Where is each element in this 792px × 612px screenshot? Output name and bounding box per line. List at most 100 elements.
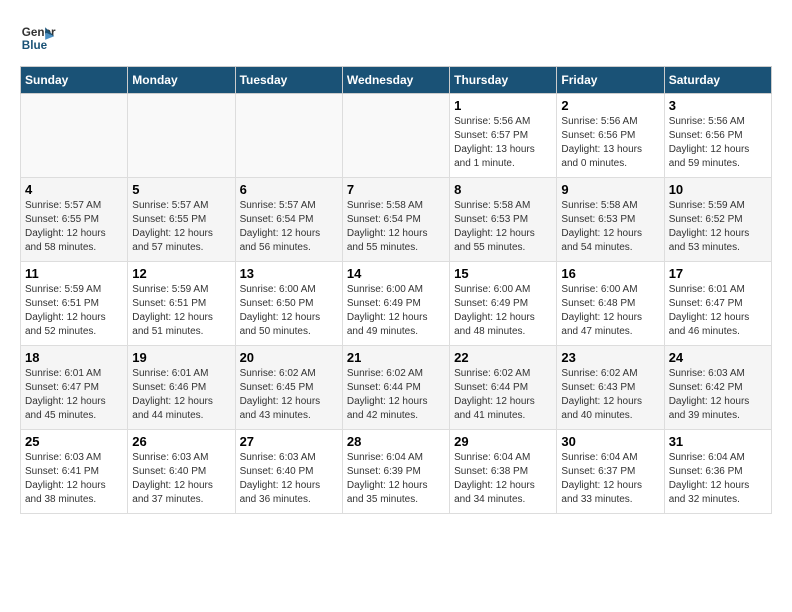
calendar-cell: 6 Sunrise: 5:57 AM Sunset: 6:54 PM Daylig… bbox=[235, 178, 342, 262]
logo: General Blue bbox=[20, 20, 56, 56]
calendar-cell: 3Sunrise: 5:56 AM Sunset: 6:56 PM Daylig… bbox=[664, 94, 771, 178]
day-info: Sunrise: 6:00 AM Sunset: 6:48 PM Dayligh… bbox=[561, 283, 659, 339]
day-number: 10 bbox=[669, 182, 767, 197]
calendar-cell: 18 Sunrise: 6:01 AM Sunset: 6:47 PM Dayli… bbox=[21, 346, 128, 430]
day-info: Sunrise: 5:56 AM Sunset: 6:56 PM Dayligh… bbox=[561, 115, 659, 171]
calendar-cell: 14 Sunrise: 6:00 AM Sunset: 6:49 PM Dayli… bbox=[342, 262, 449, 346]
day-number: 29 bbox=[454, 434, 552, 449]
day-info: Sunrise: 5:58 AM Sunset: 6:53 PM Dayligh… bbox=[454, 199, 552, 255]
calendar-cell: 16 Sunrise: 6:00 AM Sunset: 6:48 PM Dayli… bbox=[557, 262, 664, 346]
calendar-cell: 30 Sunrise: 6:04 AM Sunset: 6:37 PM Dayli… bbox=[557, 430, 664, 514]
calendar-cell: 26 Sunrise: 6:03 AM Sunset: 6:40 PM Dayli… bbox=[128, 430, 235, 514]
day-number: 27 bbox=[240, 434, 338, 449]
calendar-cell bbox=[21, 94, 128, 178]
calendar-cell: 2 Sunrise: 5:56 AM Sunset: 6:56 PM Daylig… bbox=[557, 94, 664, 178]
calendar-cell: 15 Sunrise: 6:00 AM Sunset: 6:49 PM Dayli… bbox=[450, 262, 557, 346]
day-info: Sunrise: 6:01 AM Sunset: 6:47 PM Dayligh… bbox=[669, 283, 767, 339]
day-info: Sunrise: 5:58 AM Sunset: 6:54 PM Dayligh… bbox=[347, 199, 445, 255]
day-info: Sunrise: 6:02 AM Sunset: 6:45 PM Dayligh… bbox=[240, 367, 338, 423]
day-info: Sunrise: 6:02 AM Sunset: 6:44 PM Dayligh… bbox=[347, 367, 445, 423]
calendar-cell: 19 Sunrise: 6:01 AM Sunset: 6:46 PM Dayli… bbox=[128, 346, 235, 430]
calendar-cell: 27 Sunrise: 6:03 AM Sunset: 6:40 PM Dayli… bbox=[235, 430, 342, 514]
day-number: 25 bbox=[25, 434, 123, 449]
calendar-cell: 12Sunrise: 5:59 AM Sunset: 6:51 PM Dayli… bbox=[128, 262, 235, 346]
weekday-header-friday: Friday bbox=[557, 67, 664, 94]
day-number: 31 bbox=[669, 434, 767, 449]
day-number: 5 bbox=[132, 182, 230, 197]
day-number: 7 bbox=[347, 182, 445, 197]
calendar-cell: 20 Sunrise: 6:02 AM Sunset: 6:45 PM Dayli… bbox=[235, 346, 342, 430]
day-info: Sunrise: 5:59 AM Sunset: 6:51 PM Dayligh… bbox=[132, 283, 230, 339]
day-number: 30 bbox=[561, 434, 659, 449]
weekday-header-sunday: Sunday bbox=[21, 67, 128, 94]
weekday-header-wednesday: Wednesday bbox=[342, 67, 449, 94]
logo-icon: General Blue bbox=[20, 20, 56, 56]
day-info: Sunrise: 5:59 AM Sunset: 6:52 PM Dayligh… bbox=[669, 199, 767, 255]
day-number: 16 bbox=[561, 266, 659, 281]
day-info: Sunrise: 6:04 AM Sunset: 6:37 PM Dayligh… bbox=[561, 451, 659, 507]
day-number: 21 bbox=[347, 350, 445, 365]
calendar-table: SundayMondayTuesdayWednesdayThursdayFrid… bbox=[20, 66, 772, 514]
day-info: Sunrise: 6:02 AM Sunset: 6:44 PM Dayligh… bbox=[454, 367, 552, 423]
day-info: Sunrise: 6:00 AM Sunset: 6:50 PM Dayligh… bbox=[240, 283, 338, 339]
day-number: 20 bbox=[240, 350, 338, 365]
day-number: 26 bbox=[132, 434, 230, 449]
calendar-cell bbox=[342, 94, 449, 178]
day-info: Sunrise: 6:04 AM Sunset: 6:39 PM Dayligh… bbox=[347, 451, 445, 507]
calendar-cell: 21 Sunrise: 6:02 AM Sunset: 6:44 PM Dayli… bbox=[342, 346, 449, 430]
day-info: Sunrise: 6:03 AM Sunset: 6:40 PM Dayligh… bbox=[240, 451, 338, 507]
calendar-week-row: 11 Sunrise: 5:59 AM Sunset: 6:51 PM Dayli… bbox=[21, 262, 772, 346]
calendar-cell: 25 Sunrise: 6:03 AM Sunset: 6:41 PM Dayli… bbox=[21, 430, 128, 514]
day-number: 1 bbox=[454, 98, 552, 113]
calendar-week-row: 18 Sunrise: 6:01 AM Sunset: 6:47 PM Dayli… bbox=[21, 346, 772, 430]
day-info: Sunrise: 6:03 AM Sunset: 6:41 PM Dayligh… bbox=[25, 451, 123, 507]
weekday-header-monday: Monday bbox=[128, 67, 235, 94]
calendar-cell bbox=[128, 94, 235, 178]
calendar-cell: 23 Sunrise: 6:02 AM Sunset: 6:43 PM Dayli… bbox=[557, 346, 664, 430]
calendar-cell: 28Sunrise: 6:04 AM Sunset: 6:39 PM Dayli… bbox=[342, 430, 449, 514]
day-number: 11 bbox=[25, 266, 123, 281]
svg-text:Blue: Blue bbox=[22, 39, 48, 52]
day-info: Sunrise: 6:04 AM Sunset: 6:36 PM Dayligh… bbox=[669, 451, 767, 507]
calendar-cell: 13 Sunrise: 6:00 AM Sunset: 6:50 PM Dayli… bbox=[235, 262, 342, 346]
calendar-cell: 8Sunrise: 5:58 AM Sunset: 6:53 PM Daylig… bbox=[450, 178, 557, 262]
day-info: Sunrise: 6:00 AM Sunset: 6:49 PM Dayligh… bbox=[454, 283, 552, 339]
day-number: 6 bbox=[240, 182, 338, 197]
day-info: Sunrise: 5:59 AM Sunset: 6:51 PM Dayligh… bbox=[25, 283, 123, 339]
day-info: Sunrise: 6:01 AM Sunset: 6:47 PM Dayligh… bbox=[25, 367, 123, 423]
calendar-cell: 4 Sunrise: 5:57 AM Sunset: 6:55 PM Daylig… bbox=[21, 178, 128, 262]
day-number: 14 bbox=[347, 266, 445, 281]
day-number: 4 bbox=[25, 182, 123, 197]
day-info: Sunrise: 5:57 AM Sunset: 6:55 PM Dayligh… bbox=[25, 199, 123, 255]
day-number: 19 bbox=[132, 350, 230, 365]
day-info: Sunrise: 5:56 AM Sunset: 6:57 PM Dayligh… bbox=[454, 115, 552, 171]
day-info: Sunrise: 6:01 AM Sunset: 6:46 PM Dayligh… bbox=[132, 367, 230, 423]
day-number: 9 bbox=[561, 182, 659, 197]
day-number: 3 bbox=[669, 98, 767, 113]
day-number: 17 bbox=[669, 266, 767, 281]
day-info: Sunrise: 6:03 AM Sunset: 6:42 PM Dayligh… bbox=[669, 367, 767, 423]
weekday-header-row: SundayMondayTuesdayWednesdayThursdayFrid… bbox=[21, 67, 772, 94]
weekday-header-saturday: Saturday bbox=[664, 67, 771, 94]
calendar-week-row: 1 Sunrise: 5:56 AM Sunset: 6:57 PM Daylig… bbox=[21, 94, 772, 178]
day-info: Sunrise: 6:02 AM Sunset: 6:43 PM Dayligh… bbox=[561, 367, 659, 423]
day-number: 18 bbox=[25, 350, 123, 365]
day-number: 22 bbox=[454, 350, 552, 365]
day-info: Sunrise: 5:57 AM Sunset: 6:55 PM Dayligh… bbox=[132, 199, 230, 255]
calendar-cell: 29Sunrise: 6:04 AM Sunset: 6:38 PM Dayli… bbox=[450, 430, 557, 514]
day-info: Sunrise: 6:03 AM Sunset: 6:40 PM Dayligh… bbox=[132, 451, 230, 507]
day-number: 23 bbox=[561, 350, 659, 365]
calendar-cell: 22 Sunrise: 6:02 AM Sunset: 6:44 PM Dayli… bbox=[450, 346, 557, 430]
day-number: 2 bbox=[561, 98, 659, 113]
calendar-week-row: 25 Sunrise: 6:03 AM Sunset: 6:41 PM Dayli… bbox=[21, 430, 772, 514]
day-number: 24 bbox=[669, 350, 767, 365]
day-info: Sunrise: 6:00 AM Sunset: 6:49 PM Dayligh… bbox=[347, 283, 445, 339]
day-number: 13 bbox=[240, 266, 338, 281]
calendar-week-row: 4 Sunrise: 5:57 AM Sunset: 6:55 PM Daylig… bbox=[21, 178, 772, 262]
day-info: Sunrise: 5:57 AM Sunset: 6:54 PM Dayligh… bbox=[240, 199, 338, 255]
calendar-cell bbox=[235, 94, 342, 178]
page-header: General Blue bbox=[20, 20, 772, 56]
calendar-cell: 1 Sunrise: 5:56 AM Sunset: 6:57 PM Daylig… bbox=[450, 94, 557, 178]
day-number: 15 bbox=[454, 266, 552, 281]
weekday-header-thursday: Thursday bbox=[450, 67, 557, 94]
